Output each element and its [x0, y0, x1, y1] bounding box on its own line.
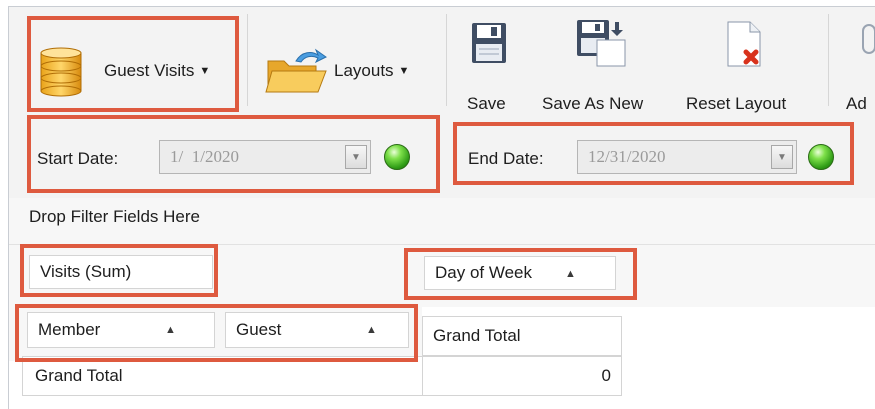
- data-source-button[interactable]: Guest Visits ▼: [38, 36, 210, 106]
- status-ok-icon: [384, 144, 410, 170]
- save-button[interactable]: Save: [462, 18, 518, 116]
- filter-area-placeholder: Drop Filter Fields Here: [29, 207, 200, 226]
- row-field-label: Guest: [236, 320, 282, 339]
- status-ok-icon: [808, 144, 834, 170]
- start-date-combo[interactable]: 1/ 1/2020 ▼: [159, 140, 371, 174]
- folder-icon: [264, 47, 332, 95]
- save-label: Save: [467, 94, 506, 113]
- save-as-icon: [575, 18, 629, 73]
- start-date-value: 1/ 1/2020: [170, 147, 239, 166]
- start-date-label: Start Date:: [37, 149, 119, 168]
- row-grand-total-header: Grand Total: [22, 356, 423, 396]
- row-field-member[interactable]: Member ▲: [27, 312, 215, 348]
- sort-ascending-icon[interactable]: ▲: [366, 324, 377, 336]
- column-field-day-of-week[interactable]: Day of Week ▲: [424, 256, 616, 290]
- grand-total-label: Grand Total: [35, 366, 123, 385]
- row-field-guest[interactable]: Guest ▲: [225, 312, 409, 348]
- database-icon: [38, 45, 84, 97]
- grand-total-value-cell[interactable]: 0: [422, 356, 622, 396]
- end-date-label: End Date:: [468, 149, 544, 168]
- grand-total-label: Grand Total: [433, 326, 521, 345]
- sort-ascending-icon[interactable]: ▲: [565, 268, 576, 280]
- column-field-label: Day of Week: [435, 263, 533, 282]
- sort-ascending-icon[interactable]: ▲: [165, 324, 176, 336]
- end-date-value: 12/31/2020: [588, 147, 666, 166]
- add-label: Ad: [846, 94, 867, 113]
- data-source-label: Guest Visits: [104, 61, 195, 80]
- column-grand-total-header: Grand Total: [422, 316, 622, 356]
- dropdown-arrow-icon[interactable]: ▼: [345, 145, 367, 169]
- floppy-disk-icon: [471, 22, 507, 69]
- add-icon: [862, 24, 875, 54]
- add-button[interactable]: Ad: [840, 18, 875, 116]
- row-field-label: Member: [38, 320, 101, 339]
- grand-total-value: 0: [601, 366, 611, 385]
- chevron-down-icon: ▼: [398, 65, 410, 77]
- chevron-down-icon: ▼: [199, 65, 211, 77]
- save-as-new-label: Save As New: [542, 94, 644, 113]
- data-field-label: Visits (Sum): [40, 262, 132, 281]
- layouts-button[interactable]: Layouts ▼: [264, 40, 409, 102]
- ribbon-divider: [828, 14, 829, 106]
- data-field-visits-sum[interactable]: Visits (Sum): [29, 255, 213, 289]
- ribbon-divider: [446, 14, 447, 106]
- reset-layout-button[interactable]: Reset Layout: [684, 18, 818, 116]
- ribbon-divider: [247, 14, 248, 106]
- reset-layout-label: Reset Layout: [686, 94, 787, 113]
- dropdown-arrow-icon[interactable]: ▼: [771, 145, 793, 169]
- filter-area[interactable]: Drop Filter Fields Here: [9, 198, 875, 245]
- save-as-new-button[interactable]: Save As New: [540, 18, 670, 116]
- layouts-label: Layouts: [334, 61, 394, 80]
- reset-document-icon: [724, 20, 766, 75]
- end-date-combo[interactable]: 12/31/2020 ▼: [577, 140, 797, 174]
